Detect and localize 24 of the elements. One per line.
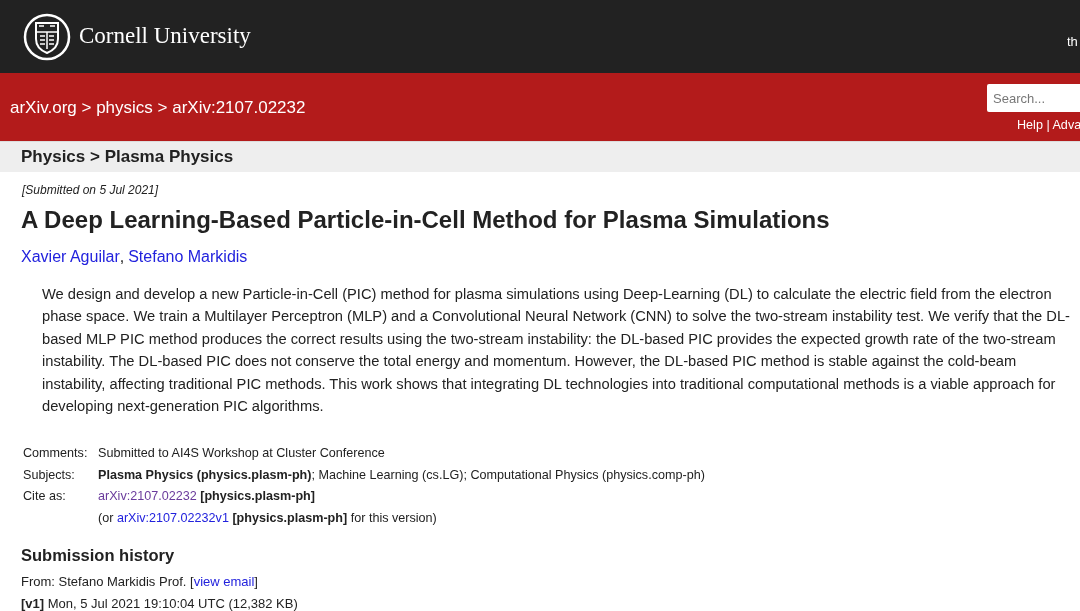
version-entry: [v1] Mon, 5 Jul 2021 19:10:04 UTC (12,382 KB) [21,594,299,611]
author-separator: , [119,247,125,267]
field-value: Plasma Physics (physics.plasm-ph); Machine Learning (cs.LG); Computational Physics (physics.comp-ph) [98,466,705,484]
field-value: Submitted to AI4S Workshop at Cluster Conference [98,445,385,463]
search-field[interactable]: Search... [987,84,1080,112]
breadcrumb[interactable]: arXiv.org > physics > arXiv:2107.02232 [10,95,306,121]
abstract: We design and develop a new Particle-in-Cell (PIC) method for plasma simulations using Deep-Learning (DL) to calculate the electric field from the electron phase space. We train a Multilayer Perceptron (MLP) and a Convolutional Neural Network (CNN) to solve the two-stream instability test. We verify that the DL-based MLP PIC method produces the correct results using the two-stream instability: the DL-based PIC provides the expected growth rate of the two-stream instability. The DL-based PIC does not conserve the total energy and momentum. However, the DL-based PIC method is stable against the cold-beam instability, affecting traditional PIC methods. This work shows that integrating DL technologies into traditional computational methods is a viable approach for developing next-generation PIC algorithms. [42,285,1071,417]
author-link[interactable]: Xavier Aguilar [21,245,120,269]
section-heading: Submission history [21,545,176,567]
citation-text: (or arXiv:2107.02232v1 [physics.plasm-ph] for this version) [98,509,437,527]
submitter-text: From: Stefano Markidis Prof. [view email] [21,573,259,592]
citation-text: arXiv:2107.02232 [physics.plasm-ph] [98,488,315,506]
citation-link[interactable]: arXiv:2107.02232 [98,489,197,504]
citation-link[interactable]: arXiv:2107.02232v1 [116,510,229,525]
field-label: Comments: [23,445,89,463]
subject-heading: Physics > Plasma Physics [21,146,234,169]
seal-logo [23,12,71,61]
field-label: Cite as: [23,488,67,506]
university-name: Cornell University [79,22,251,51]
header-text: th [1067,33,1078,51]
submission-date: [Submitted on 5 Jul 2021] [22,182,160,199]
author-link[interactable]: Stefano Markidis [128,245,248,269]
field-label: Subjects: [23,466,76,484]
paper-title: A Deep Learning-Based Particle-in-Cell Method for Plasma Simulations [21,205,831,235]
